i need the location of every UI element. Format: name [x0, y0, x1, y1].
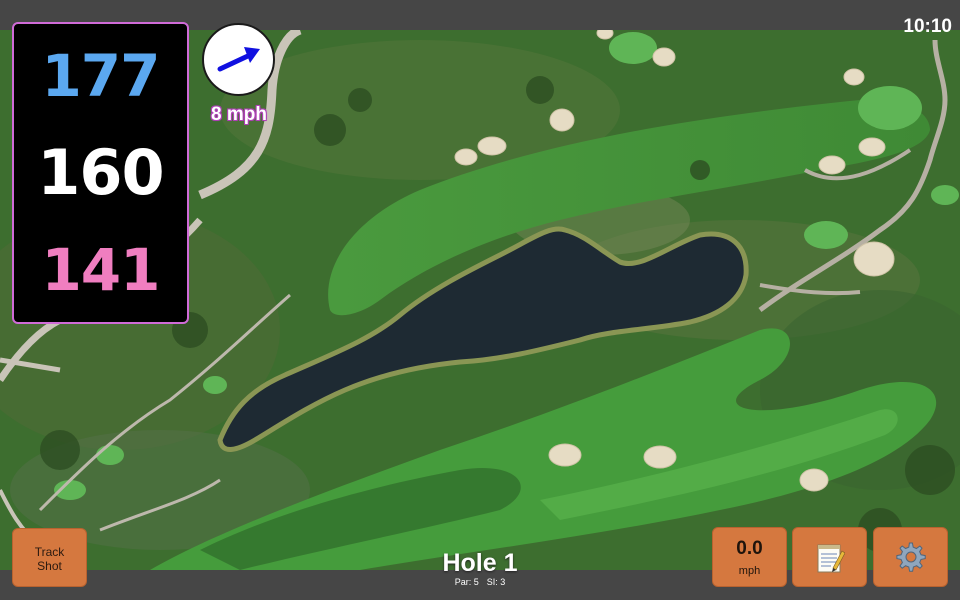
- speed-value: 0.0: [736, 538, 763, 559]
- wind-speed: 8 mph: [211, 104, 267, 125]
- notes-button[interactable]: [792, 527, 867, 587]
- hole-info: Par: 5 SI: 3: [380, 577, 580, 587]
- settings-button[interactable]: [873, 527, 948, 587]
- distance-panel: 177 160 141: [12, 22, 189, 324]
- status-clock: 10:10: [903, 16, 952, 37]
- speed-button[interactable]: 0.0 mph: [712, 527, 787, 587]
- notepad-icon: [817, 544, 845, 573]
- track-shot-button[interactable]: Track Shot: [12, 528, 87, 587]
- hole-title: Hole 1: [442, 549, 518, 577]
- front-distance: 141: [41, 236, 160, 304]
- wind-indicator: [202, 23, 275, 96]
- hole-stroke-index: SI: 3: [486, 577, 506, 587]
- hole-par: Par: 5: [454, 577, 479, 587]
- back-distance: 177: [41, 42, 160, 110]
- speed-unit: mph: [738, 565, 761, 577]
- track-shot-label: Track Shot: [34, 545, 65, 573]
- gear-icon: [895, 542, 926, 572]
- wind-arrow-icon: [217, 47, 260, 72]
- middle-distance: 160: [37, 136, 164, 209]
